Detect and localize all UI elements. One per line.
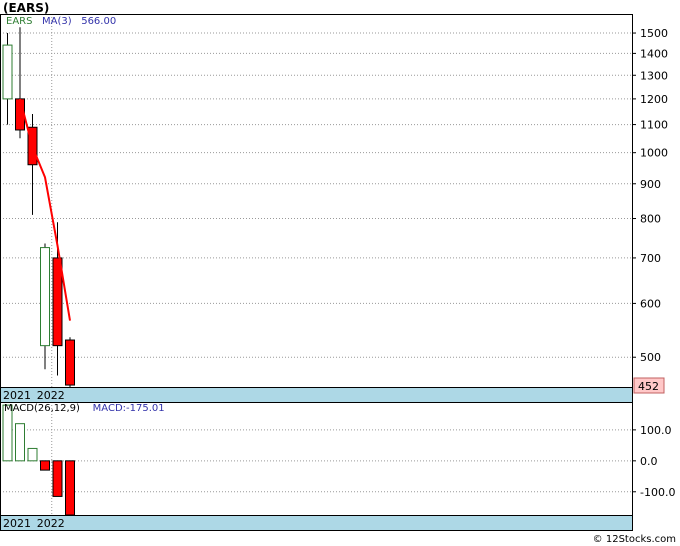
macd-bar-negative xyxy=(52,460,63,497)
macd-tick-label: -100.0 xyxy=(640,486,675,499)
price-marks xyxy=(2,27,75,387)
candle-down xyxy=(65,339,75,386)
panel-frames xyxy=(0,14,633,516)
price-y-axis: 1500 1400 1300 1200 1100 1000 900 800 700 600 500 4… xyxy=(632,27,668,394)
macd-bar-negative xyxy=(40,460,50,471)
price-tick-label: 1000 xyxy=(640,147,668,160)
price-tick-label: 1300 xyxy=(640,69,668,82)
price-tick-label: 1100 xyxy=(640,119,668,132)
legend-symbol: EARS xyxy=(6,16,33,27)
price-tick-label: 1200 xyxy=(640,93,668,106)
price-tick-label: 1500 xyxy=(640,27,668,40)
price-legend: EARS MA(3) 566.00 xyxy=(6,16,116,27)
candle-down xyxy=(52,257,63,347)
candle-up xyxy=(2,44,13,100)
macd-date-label: 2021 xyxy=(3,517,31,530)
macd-tick-label: 0.0 xyxy=(640,455,658,468)
macd-bar-positive xyxy=(27,447,38,462)
price-grid xyxy=(0,14,632,387)
macd-bar-positive xyxy=(15,423,25,462)
macd-panel-frame xyxy=(0,402,633,516)
macd-legend: MACD(26,12,9) MACD:-175.01 xyxy=(4,403,165,414)
price-tick-label: 1400 xyxy=(640,47,668,60)
macd-date-band xyxy=(0,515,633,531)
price-tick-label: 500 xyxy=(640,351,661,364)
price-date-label: 2021 xyxy=(3,389,31,402)
price-tick-label: 800 xyxy=(640,213,661,226)
price-tick-label: 600 xyxy=(640,297,661,310)
macd-grid xyxy=(0,402,632,515)
macd-legend-value: MACD:-175.01 xyxy=(92,403,165,414)
macd-legend-label: MACD(26,12,9) xyxy=(4,403,80,414)
last-value-label: 452 xyxy=(638,380,659,393)
macd-bar-negative xyxy=(65,460,75,516)
macd-marks xyxy=(2,404,75,516)
price-tick-label: 900 xyxy=(640,178,661,191)
price-tick-label: 700 xyxy=(640,252,661,265)
legend-ma-label: MA(3) xyxy=(42,16,72,27)
macd-date-label: 2022 xyxy=(37,517,65,530)
candle-up xyxy=(40,247,50,347)
macd-tick-label: 100.0 xyxy=(640,424,672,437)
legend-ma-value: 566.00 xyxy=(81,16,117,27)
macd-y-axis: 100.0 0.0 -100.0 xyxy=(632,424,675,499)
price-date-band xyxy=(0,387,633,403)
price-date-label: 2022 xyxy=(37,389,65,402)
price-panel-frame xyxy=(0,14,633,388)
chart-svg: 1500 1400 1300 1200 1100 1000 900 800 700 600 500 4… xyxy=(0,14,675,531)
chart-title: (EARS) xyxy=(3,1,50,15)
footer-credit: © 12Stocks.com xyxy=(592,534,676,545)
chart-stage: 1500 1400 1300 1200 1100 1000 900 800 700 600 500 4… xyxy=(0,0,680,546)
